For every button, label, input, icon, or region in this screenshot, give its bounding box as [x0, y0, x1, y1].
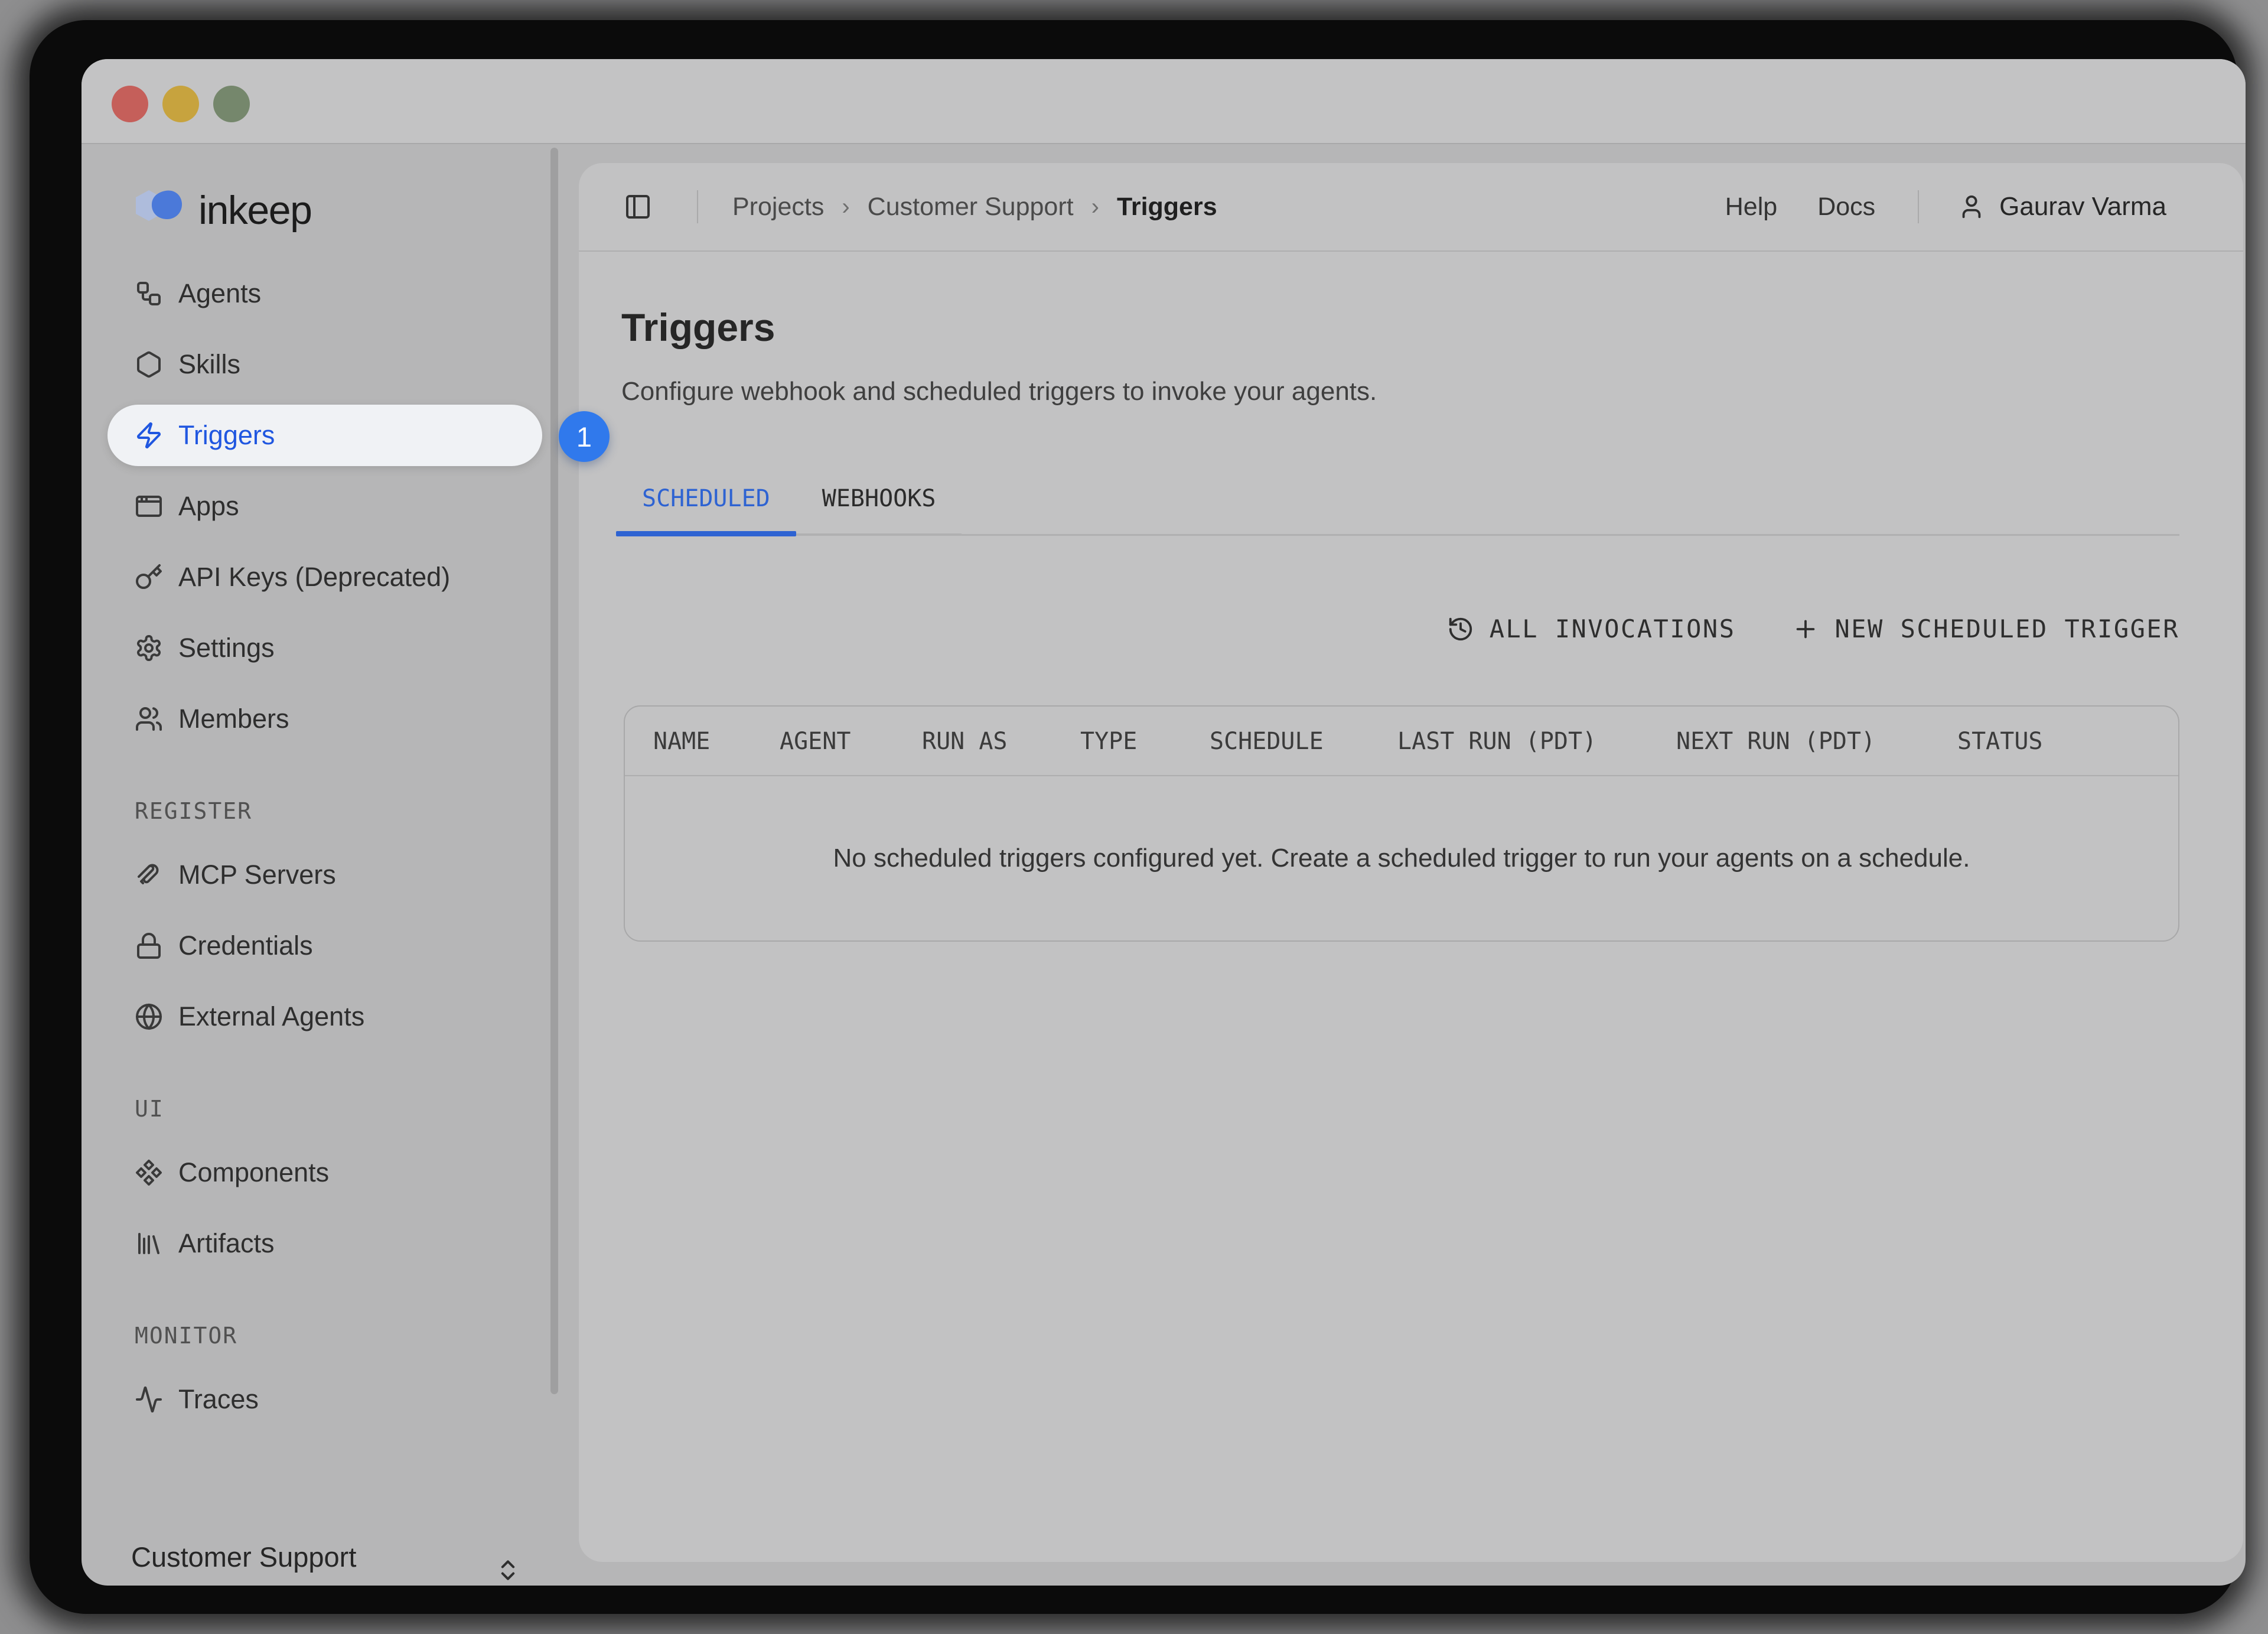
sidebar-item-traces[interactable]: Traces	[82, 1364, 579, 1435]
app-window-icon	[135, 492, 163, 520]
sidebar-item-api-keys[interactable]: API Keys (Deprecated)	[82, 542, 579, 613]
project-name: Customer Support	[131, 1541, 356, 1573]
inkeep-logo-icon	[130, 185, 191, 235]
sidebar-item-label: Members	[178, 704, 289, 734]
sidebar-item-label: Credentials	[178, 930, 313, 961]
column-last-run: LAST RUN (PDT)	[1397, 728, 1596, 755]
column-name: NAME	[653, 728, 710, 755]
page-title: Triggers	[621, 305, 775, 350]
sidebar-item-members[interactable]: Members	[82, 683, 579, 754]
docs-link[interactable]: Docs	[1817, 193, 1875, 222]
sidebar-item-credentials[interactable]: Credentials	[82, 910, 579, 981]
column-type: TYPE	[1080, 728, 1137, 755]
sidebar-item-label: Triggers	[178, 420, 275, 451]
header-right: Help Docs Gaurav Varma	[1685, 190, 2166, 223]
sidebar-section-register: REGISTER	[135, 798, 579, 824]
tab-webhooks[interactable]: WEBHOOKS	[796, 485, 962, 533]
sidebar-scrollbar[interactable]	[550, 148, 558, 1394]
column-status: STATUS	[1957, 728, 2043, 755]
empty-state-message: No scheduled triggers configured yet. Cr…	[625, 776, 2178, 940]
triggers-table: NAME AGENT RUN AS TYPE SCHEDULE LAST RUN…	[624, 705, 2179, 942]
panel-header: Projects › Customer Support › Triggers H…	[579, 163, 2243, 252]
actions-row: ALL INVOCATIONS NEW SCHEDULED TRIGGER	[621, 614, 2179, 643]
breadcrumb-separator: ›	[1091, 194, 1099, 220]
all-invocations-button[interactable]: ALL INVOCATIONS	[1447, 614, 1736, 643]
minimize-button[interactable]	[162, 86, 199, 122]
user-name: Gaurav Varma	[1999, 192, 2166, 222]
sidebar-item-artifacts[interactable]: Artifacts	[82, 1208, 579, 1279]
column-agent: AGENT	[780, 728, 850, 755]
activity-icon	[135, 1385, 163, 1414]
library-icon	[135, 1229, 163, 1258]
breadcrumb: Projects › Customer Support › Triggers	[732, 193, 1217, 222]
breadcrumb-separator: ›	[842, 194, 849, 220]
sidebar-section-monitor: MONITOR	[135, 1323, 579, 1349]
key-icon	[135, 563, 163, 591]
new-scheduled-trigger-button[interactable]: NEW SCHEDULED TRIGGER	[1792, 614, 2179, 643]
tabs: SCHEDULED WEBHOOKS	[616, 485, 962, 535]
table-header: NAME AGENT RUN AS TYPE SCHEDULE LAST RUN…	[625, 707, 2178, 776]
titlebar	[82, 59, 2246, 144]
hexagon-icon	[135, 350, 163, 379]
main-panel: Projects › Customer Support › Triggers H…	[579, 163, 2243, 1562]
sidebar-item-label: Agents	[178, 278, 261, 309]
mcp-icon	[135, 861, 163, 889]
fullscreen-button[interactable]	[213, 86, 250, 122]
globe-icon	[135, 1002, 163, 1031]
inkeep-logo[interactable]: inkeep	[130, 185, 311, 235]
sidebar-toggle-button[interactable]	[624, 193, 652, 221]
sidebar-item-settings[interactable]: Settings	[82, 613, 579, 683]
column-run-as: RUN AS	[922, 728, 1008, 755]
workflow-icon	[135, 279, 163, 308]
gear-icon	[135, 634, 163, 662]
breadcrumb-customer-support[interactable]: Customer Support	[868, 193, 1074, 222]
sidebar-item-apps[interactable]: Apps	[82, 471, 579, 542]
logo-wordmark: inkeep	[198, 187, 311, 233]
sidebar: inkeep Agents Skills Triggers	[82, 144, 579, 1586]
device-frame: inkeep Agents Skills Triggers	[30, 20, 2237, 1614]
sidebar-item-label: API Keys (Deprecated)	[178, 562, 450, 593]
sidebar-item-triggers[interactable]: Triggers	[82, 400, 579, 471]
header-divider	[697, 190, 698, 223]
sidebar-item-label: Settings	[178, 633, 275, 663]
sidebar-item-label: Skills	[178, 349, 240, 380]
sidebar-item-external-agents[interactable]: External Agents	[82, 981, 579, 1052]
column-schedule: SCHEDULE	[1210, 728, 1324, 755]
plus-icon	[1792, 616, 1819, 643]
chevrons-up-down-icon	[495, 1557, 521, 1583]
column-next-run: NEXT RUN (PDT)	[1676, 728, 1875, 755]
user-menu[interactable]: Gaurav Varma	[1958, 192, 2166, 222]
lock-icon	[135, 932, 163, 960]
page-description: Configure webhook and scheduled triggers…	[621, 377, 1377, 406]
zap-icon	[135, 421, 163, 450]
sidebar-item-label: Artifacts	[178, 1228, 275, 1259]
sidebar-item-mcp-servers[interactable]: MCP Servers	[82, 839, 579, 910]
sidebar-item-label: External Agents	[178, 1001, 364, 1032]
users-icon	[135, 705, 163, 733]
user-icon	[1958, 193, 1985, 220]
close-button[interactable]	[112, 86, 148, 122]
sidebar-section-ui: UI	[135, 1096, 579, 1122]
sidebar-item-skills[interactable]: Skills	[82, 329, 579, 400]
sidebar-item-label: Components	[178, 1157, 329, 1188]
all-invocations-label: ALL INVOCATIONS	[1490, 614, 1736, 643]
annotation-step-badge: 1	[559, 411, 610, 462]
sidebar-item-components[interactable]: Components	[82, 1137, 579, 1208]
sidebar-item-label: Traces	[178, 1384, 259, 1415]
help-link[interactable]: Help	[1725, 193, 1777, 222]
sidebar-nav: Agents Skills Triggers Apps	[82, 258, 579, 1435]
project-switcher[interactable]: Customer Support default	[82, 1528, 579, 1586]
breadcrumb-projects[interactable]: Projects	[732, 193, 824, 222]
breadcrumb-triggers: Triggers	[1117, 193, 1217, 222]
component-icon	[135, 1158, 163, 1187]
header-divider	[1918, 190, 1919, 223]
new-scheduled-trigger-label: NEW SCHEDULED TRIGGER	[1834, 614, 2179, 643]
sidebar-item-agents[interactable]: Agents	[82, 258, 579, 329]
history-icon	[1447, 616, 1474, 643]
app-window: inkeep Agents Skills Triggers	[82, 59, 2246, 1586]
sidebar-item-label: MCP Servers	[178, 860, 336, 890]
sidebar-item-label: Apps	[178, 491, 239, 522]
tab-scheduled[interactable]: SCHEDULED	[616, 485, 796, 533]
